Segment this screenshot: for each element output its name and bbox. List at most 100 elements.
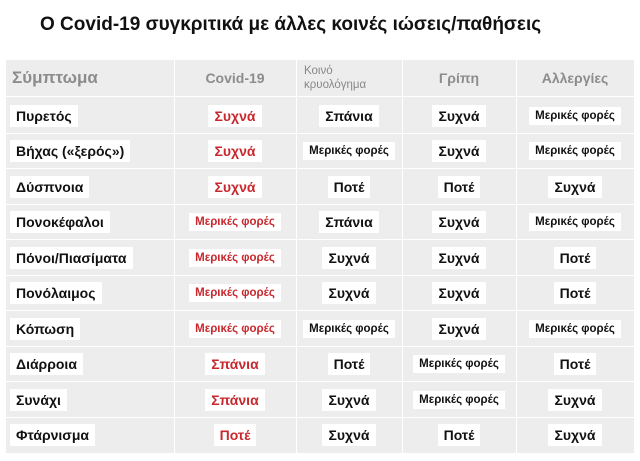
covid-cell-value: Μερικές φορές [189, 248, 281, 267]
symptom-cell-value: Φτάρνισμα [10, 424, 96, 447]
common-cold-cell: Ποτέ [296, 169, 402, 205]
symptom-cell-value: Κόπωση [10, 317, 81, 340]
common-cold-cell: Συχνά [296, 382, 402, 418]
symptom-cell: Πυρετός [10, 98, 78, 134]
common-cold-cell: Συχνά [296, 418, 402, 454]
covid-cell-value: Συχνά [208, 104, 262, 127]
flu-cell: Συχνά [402, 205, 516, 241]
covid-cell: Σπάνια [174, 347, 296, 383]
allergy-cell: Συχνά [516, 382, 634, 418]
flu-cell: Συχνά [402, 276, 516, 312]
table-row: Πονόλαιμος Μερικές φορές Συχνά Συχνά Ποτέ [6, 276, 634, 312]
covid-cell: Μερικές φορές [174, 240, 296, 276]
symptom-cell-value: Διάρροια [10, 353, 83, 376]
header-symptom: Σύμπτωμα [12, 68, 98, 87]
symptom-cell: Πόνοι/Πιασίματα [10, 240, 133, 276]
allergy-cell-value: Συχνά [548, 424, 602, 447]
header-common-cold-line2: κρυολόγημα [304, 79, 367, 91]
symptom-cell: Διάρροια [10, 347, 83, 383]
common-cold-cell: Μερικές φορές [296, 311, 402, 347]
table-row: Συνάχι Σπάνια Συχνά Μερικές φορές Συχνά [6, 382, 634, 418]
flu-cell: Ποτέ [402, 418, 516, 454]
symptom-cell-value: Πυρετός [10, 104, 78, 127]
flu-cell-value: Συχνά [432, 140, 486, 163]
flu-cell: Μερικές φορές [402, 382, 516, 418]
common-cold-cell-value: Μερικές φορές [303, 319, 395, 338]
table-row: Πονοκέφαλοι Μερικές φορές Σπάνια Συχνά Μερικ… [6, 205, 634, 241]
common-cold-cell: Μερικές φορές [296, 134, 402, 170]
common-cold-cell-value: Ποτέ [327, 175, 371, 198]
symptom-cell: Δύσπνοια [10, 169, 90, 205]
flu-cell: Συχνά [402, 240, 516, 276]
covid-cell-value: Μερικές φορές [189, 284, 281, 303]
table-row: Πυρετός Συχνά Σπάνια Συχνά Μερικές φορές [6, 98, 634, 134]
symptom-cell-value: Πονοκέφαλοι [10, 211, 110, 234]
symptom-cell-value: Δύσπνοια [10, 175, 90, 198]
table-row: Φτάρνισμα Ποτέ Συχνά Ποτέ Συχνά [6, 418, 634, 454]
covid-cell: Συχνά [174, 134, 296, 170]
common-cold-cell: Σπάνια [296, 98, 402, 134]
common-cold-cell-value: Συχνά [322, 388, 376, 411]
common-cold-cell: Σπάνια [296, 205, 402, 241]
common-cold-cell: Συχνά [296, 276, 402, 312]
covid-cell-value: Ποτέ [213, 424, 257, 447]
allergy-cell-value: Ποτέ [553, 282, 597, 305]
flu-cell-value: Συχνά [432, 282, 486, 305]
flu-cell-value: Συχνά [432, 211, 486, 234]
symptom-cell: Πονόλαιμος [10, 276, 102, 312]
covid-cell: Ποτέ [174, 418, 296, 454]
allergy-cell: Μερικές φορές [516, 98, 634, 134]
flu-cell-value: Ποτέ [437, 175, 481, 198]
allergy-cell: Μερικές φορές [516, 311, 634, 347]
allergy-cell-value: Μερικές φορές [529, 106, 621, 125]
comparison-table: Σύμπτωμα Covid-19 Κοινό κρυολόγημα Γρίπη… [6, 60, 634, 453]
symptom-cell: Βήχας («ξερός») [10, 134, 131, 170]
allergy-cell: Ποτέ [516, 240, 634, 276]
common-cold-cell: Ποτέ [296, 347, 402, 383]
allergy-cell: Μερικές φορές [516, 134, 634, 170]
flu-cell-value: Μερικές φορές [413, 390, 505, 409]
common-cold-cell-value: Συχνά [322, 282, 376, 305]
symptom-cell-value: Πονόλαιμος [10, 282, 102, 305]
flu-cell-value: Συχνά [432, 246, 486, 269]
common-cold-cell-value: Μερικές φορές [303, 142, 395, 161]
allergy-cell-value: Μερικές φορές [529, 319, 621, 338]
common-cold-cell-value: Συχνά [322, 424, 376, 447]
row-divider [6, 96, 634, 97]
covid-cell-value: Σπάνια [205, 353, 265, 376]
flu-cell: Συχνά [402, 98, 516, 134]
symptom-cell: Συνάχι [10, 382, 67, 418]
common-cold-cell-value: Ποτέ [327, 353, 371, 376]
covid-cell-value: Συχνά [208, 175, 262, 198]
allergy-cell: Συχνά [516, 169, 634, 205]
allergy-cell-value: Μερικές φορές [529, 213, 621, 232]
covid-cell-value: Συχνά [208, 140, 262, 163]
symptom-cell-value: Βήχας («ξερός») [10, 140, 131, 163]
table-row: Δύσπνοια Συχνά Ποτέ Ποτέ Συχνά [6, 169, 634, 205]
symptom-cell: Πονοκέφαλοι [10, 205, 110, 241]
allergy-cell: Συχνά [516, 418, 634, 454]
table-header: Σύμπτωμα Covid-19 Κοινό κρυολόγημα Γρίπη… [6, 60, 634, 96]
flu-cell-value: Ποτέ [437, 424, 481, 447]
symptom-cell-value: Πόνοι/Πιασίματα [10, 246, 133, 269]
common-cold-cell-value: Σπάνια [319, 211, 379, 234]
covid-cell: Συχνά [174, 169, 296, 205]
allergy-cell-value: Μερικές φορές [529, 142, 621, 161]
common-cold-cell-value: Συχνά [322, 246, 376, 269]
header-flu: Γρίπη [438, 70, 480, 86]
allergy-cell-value: Συχνά [548, 388, 602, 411]
header-common-cold: Κοινό κρυολόγημα [296, 60, 402, 96]
header-allergy: Αλλεργίες [541, 70, 609, 86]
covid-cell: Μερικές φορές [174, 276, 296, 312]
symptom-cell: Φτάρνισμα [10, 418, 96, 454]
allergy-cell: Ποτέ [516, 347, 634, 383]
flu-cell-value: Μερικές φορές [413, 355, 505, 374]
flu-cell: Συχνά [402, 134, 516, 170]
symptom-cell-value: Συνάχι [10, 388, 67, 411]
covid-cell: Σπάνια [174, 382, 296, 418]
flu-cell: Μερικές φορές [402, 347, 516, 383]
header-covid: Covid-19 [205, 70, 265, 86]
page-title: Ο Covid-19 συγκριτικά με άλλες κοινές ιώ… [40, 14, 542, 35]
flu-cell: Συχνά [402, 311, 516, 347]
common-cold-cell-value: Σπάνια [319, 104, 379, 127]
